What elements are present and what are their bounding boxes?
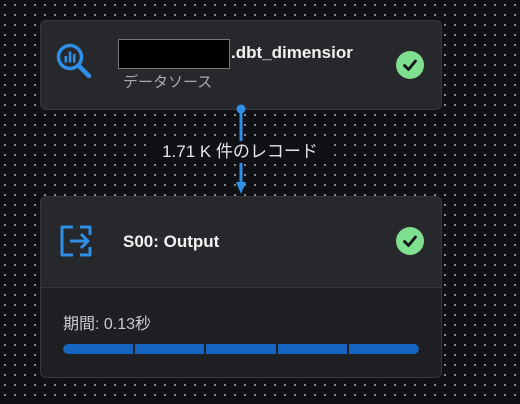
source-type-label: データソース xyxy=(123,74,213,91)
progress-bar-fill xyxy=(63,344,419,354)
source-name: .dbt_dimensior xyxy=(231,43,353,62)
check-circle-icon xyxy=(396,51,424,79)
progress-bar xyxy=(63,344,419,354)
output-title: S00: Output xyxy=(123,232,220,251)
duration-label: 期間: 0.13秒 xyxy=(63,316,152,333)
redacted-name-block xyxy=(118,39,230,69)
search-analytics-icon xyxy=(54,41,94,81)
output-export-icon xyxy=(58,223,94,259)
source-node-card[interactable]: .dbt_dimensior データソース xyxy=(40,20,442,110)
record-count-label: 1.71 K 件のレコード xyxy=(148,141,332,163)
output-node-header: S00: Output xyxy=(41,197,441,287)
output-node-card[interactable]: S00: Output 期間: 0.13秒 xyxy=(40,196,442,378)
output-node-details: 期間: 0.13秒 xyxy=(41,287,441,377)
check-circle-icon xyxy=(396,227,424,255)
